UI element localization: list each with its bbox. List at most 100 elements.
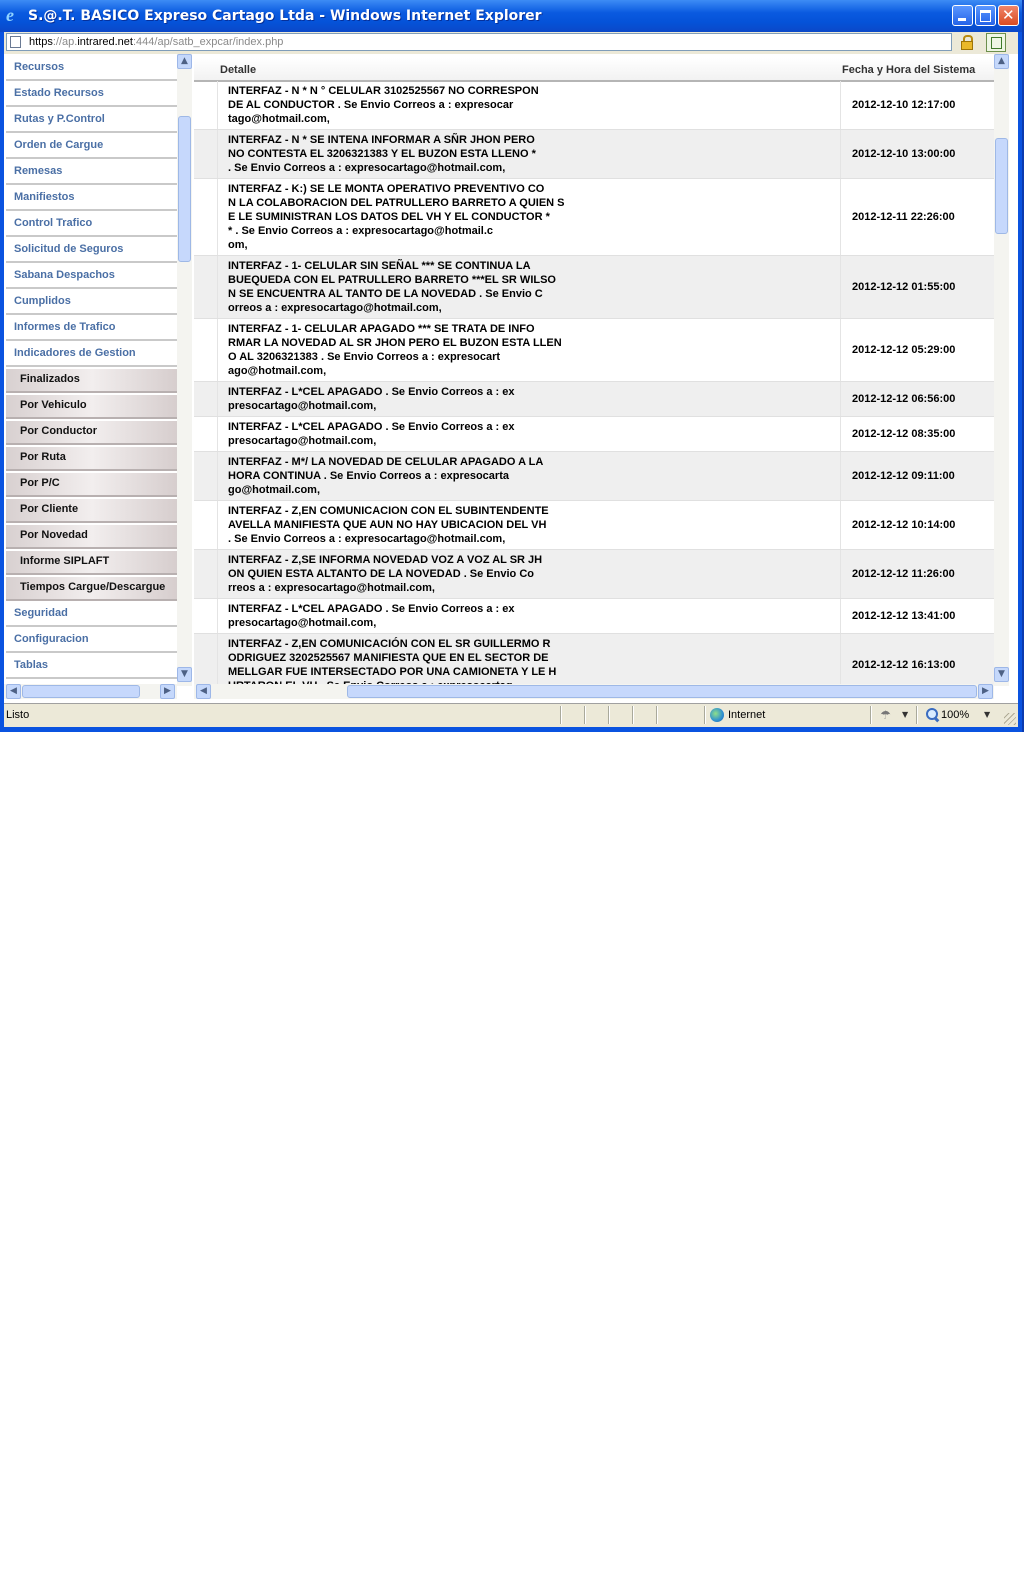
scroll-down-button[interactable]: ▼ — [177, 667, 192, 682]
scroll-down-button[interactable]: ▼ — [994, 667, 1009, 682]
menu-item-solicitud-de-seguros[interactable]: Solicitud de Seguros — [6, 239, 178, 263]
menu-item-seguridad[interactable]: Seguridad — [6, 603, 178, 627]
column-header-fecha[interactable]: Fecha y Hora del Sistema — [842, 64, 975, 76]
scroll-thumb[interactable] — [995, 138, 1008, 234]
menu-item-control-trafico[interactable]: Control Trafico — [6, 213, 178, 237]
menu-item-informes-de-trafico[interactable]: Informes de Trafico — [6, 317, 178, 341]
protected-mode-icon[interactable]: ☂ — [880, 709, 895, 721]
row-marker-cell — [194, 256, 218, 318]
scroll-thumb[interactable] — [178, 116, 191, 262]
detalle-cell: INTERFAZ - N * N ° CELULAR 3102525567 NO… — [218, 81, 841, 129]
menu-item-rutas-y-p-control[interactable]: Rutas y P.Control — [6, 109, 178, 133]
page-icon — [10, 36, 21, 48]
table-row[interactable]: INTERFAZ - K:) SE LE MONTA OPERATIVO PRE… — [194, 179, 994, 256]
grid-vertical-scrollbar[interactable]: ▲ ▼ — [994, 54, 1009, 686]
row-marker-cell — [194, 599, 218, 633]
table-row[interactable]: INTERFAZ - L*CEL APAGADO . Se Envio Corr… — [194, 382, 994, 417]
table-row[interactable]: INTERFAZ - N * N ° CELULAR 3102525567 NO… — [194, 81, 994, 130]
menu-item-tiempos-cargue-descargue[interactable]: Tiempos Cargue/Descargue — [6, 577, 178, 601]
fecha-cell: 2012-12-12 11:26:00 — [852, 568, 955, 580]
row-marker-cell — [194, 382, 218, 416]
status-divider — [584, 706, 586, 724]
maximize-button[interactable] — [975, 5, 996, 26]
row-marker-cell — [194, 179, 218, 255]
zoom-icon[interactable] — [926, 708, 940, 723]
fecha-cell: 2012-12-11 22:26:00 — [852, 211, 955, 223]
url-field[interactable]: https://ap.intrared.net:444/ap/satb_expc… — [6, 33, 952, 51]
row-marker-cell — [194, 81, 218, 129]
close-button[interactable] — [998, 5, 1019, 26]
menu-item-sabana-despachos[interactable]: Sabana Despachos — [6, 265, 178, 289]
table-row[interactable]: INTERFAZ - 1- CELULAR APAGADO *** SE TRA… — [194, 319, 994, 382]
detalle-cell: INTERFAZ - M*/ LA NOVEDAD DE CELULAR APA… — [218, 452, 841, 500]
scroll-up-button[interactable]: ▲ — [177, 54, 192, 69]
table-row[interactable]: INTERFAZ - L*CEL APAGADO . Se Envio Corr… — [194, 599, 994, 634]
browser-window: e S.@.T. BASICO Expreso Cartago Ltda - W… — [0, 0, 1024, 732]
nav-horizontal-scrollbar[interactable]: ◀ ▶ — [4, 684, 177, 699]
table-row[interactable]: INTERFAZ - L*CEL APAGADO . Se Envio Corr… — [194, 417, 994, 452]
menu-item-manifiestos[interactable]: Manifiestos — [6, 187, 178, 211]
row-marker-cell — [194, 319, 218, 381]
detalle-cell: INTERFAZ - L*CEL APAGADO . Se Envio Corr… — [218, 417, 841, 451]
chevron-down-icon[interactable]: ▼ — [902, 710, 908, 719]
scroll-up-button[interactable]: ▲ — [994, 54, 1009, 69]
scroll-right-button[interactable]: ▶ — [978, 684, 993, 699]
table-row[interactable]: INTERFAZ - Z,EN COMUNICACION CON EL SUBI… — [194, 501, 994, 550]
table-row[interactable]: INTERFAZ - N * SE INTENA INFORMAR A SÑR … — [194, 130, 994, 179]
status-divider — [656, 706, 658, 724]
url-text[interactable]: https://ap.intrared.net:444/ap/satb_expc… — [29, 35, 283, 50]
security-zone-label[interactable]: Internet — [728, 709, 765, 721]
fecha-cell: 2012-12-12 09:11:00 — [852, 470, 955, 482]
table-row[interactable]: INTERFAZ - 1- CELULAR SIN SEÑAL *** SE C… — [194, 256, 994, 319]
scroll-thumb[interactable] — [347, 685, 977, 698]
menu-item-por-vehiculo[interactable]: Por Vehiculo — [6, 395, 178, 419]
menu-item-recursos[interactable]: Recursos — [6, 57, 178, 81]
menu-item-por-ruta[interactable]: Por Ruta — [6, 447, 178, 471]
nav-vertical-scrollbar[interactable]: ▲ ▼ — [177, 54, 192, 686]
grid-header: Detalle Fecha y Hora del Sistema — [194, 58, 994, 82]
menu-item-configuracion[interactable]: Configuracion — [6, 629, 178, 653]
scroll-left-button[interactable]: ◀ — [196, 684, 211, 699]
nav-frame: Recursos Estado Recursos Rutas y P.Control… — [4, 54, 192, 703]
menu-item-finalizados[interactable]: Finalizados — [6, 369, 178, 393]
minimize-button[interactable] — [952, 5, 973, 26]
address-bar: https://ap.intrared.net:444/ap/satb_expc… — [4, 32, 1018, 54]
chevron-down-icon[interactable]: ▼ — [984, 710, 990, 719]
scroll-left-button[interactable]: ◀ — [6, 684, 21, 699]
main-frame: Detalle Fecha y Hora del Sistema INTERFA… — [194, 54, 1018, 703]
menu-item-indicadores-de-gestion[interactable]: Indicadores de Gestion — [6, 343, 178, 367]
menu-item-remesas[interactable]: Remesas — [6, 161, 178, 185]
lock-icon[interactable] — [960, 35, 974, 50]
table-row[interactable]: INTERFAZ - Z,SE INFORMA NOVEDAD VOZ A VO… — [194, 550, 994, 599]
status-divider — [704, 706, 706, 724]
nav-menu: Recursos Estado Recursos Rutas y P.Control… — [6, 57, 178, 703]
menu-item-estado-recursos[interactable]: Estado Recursos — [6, 83, 178, 107]
menu-item-tablas[interactable]: Tablas — [6, 655, 178, 679]
menu-item-por-novedad[interactable]: Por Novedad — [6, 525, 178, 549]
menu-item-orden-de-cargue[interactable]: Orden de Cargue — [6, 135, 178, 159]
status-bar: Listo Internet ☂ ▼ 100% ▼ — [4, 703, 1018, 727]
menu-item-por-cliente[interactable]: Por Cliente — [6, 499, 178, 523]
menu-item-informe-siplaft[interactable]: Informe SIPLAFT — [6, 551, 178, 575]
table-row[interactable]: INTERFAZ - M*/ LA NOVEDAD DE CELULAR APA… — [194, 452, 994, 501]
detalle-cell: INTERFAZ - Z,SE INFORMA NOVEDAD VOZ A VO… — [218, 550, 841, 598]
column-header-detalle[interactable]: Detalle — [220, 64, 256, 76]
row-marker-cell — [194, 452, 218, 500]
menu-item-por-p-c[interactable]: Por P/C — [6, 473, 178, 497]
row-marker-cell — [194, 501, 218, 549]
resize-grip-icon[interactable] — [1004, 713, 1016, 725]
status-divider — [916, 706, 918, 724]
scroll-thumb[interactable] — [22, 685, 140, 698]
window-title: S.@.T. BASICO Expreso Cartago Ltda - Win… — [28, 8, 542, 24]
detalle-cell: INTERFAZ - 1- CELULAR APAGADO *** SE TRA… — [218, 319, 841, 381]
status-divider — [560, 706, 562, 724]
grid-horizontal-scrollbar[interactable]: ◀ ▶ — [194, 684, 994, 699]
row-marker-cell — [194, 417, 218, 451]
scroll-right-button[interactable]: ▶ — [160, 684, 175, 699]
zoom-level[interactable]: 100% — [941, 709, 969, 721]
menu-item-por-conductor[interactable]: Por Conductor — [6, 421, 178, 445]
compatibility-view-icon[interactable] — [986, 33, 1006, 52]
fecha-cell: 2012-12-12 08:35:00 — [852, 428, 956, 440]
detalle-cell: INTERFAZ - L*CEL APAGADO . Se Envio Corr… — [218, 382, 841, 416]
menu-item-cumplidos[interactable]: Cumplidos — [6, 291, 178, 315]
